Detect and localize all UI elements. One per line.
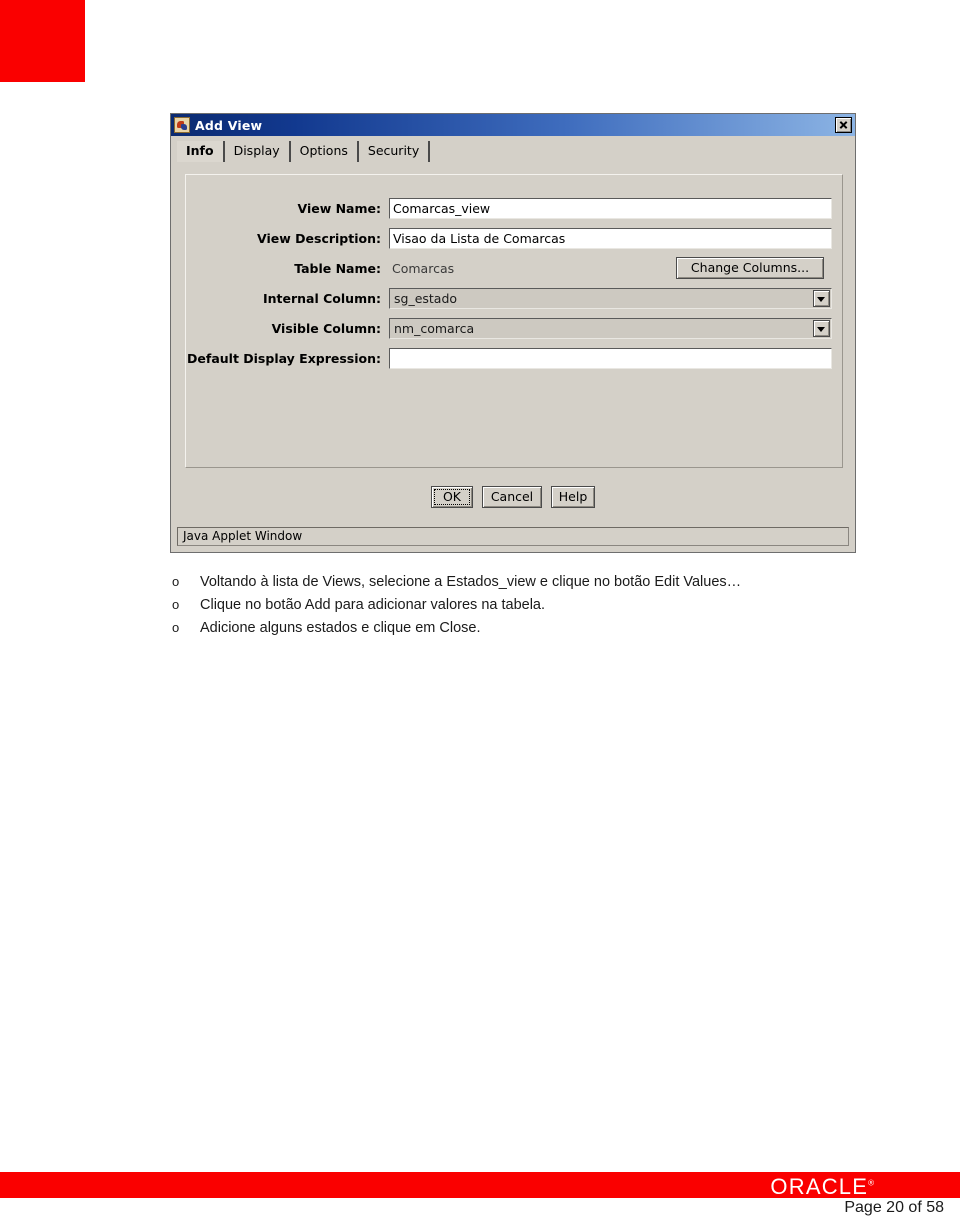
internal-column-value: sg_estado [394, 290, 458, 306]
default-display-expression-label: Default Display Expression: [187, 350, 381, 366]
view-name-control: Comarcas_view [389, 197, 832, 219]
list-item: o Voltando à lista de Views, selecione a… [166, 572, 906, 593]
row-default-display-expression: Default Display Expression: [186, 347, 832, 369]
view-description-control: Visao da Lista de Comarcas [389, 227, 832, 249]
close-icon[interactable] [835, 117, 852, 133]
change-columns-button[interactable]: Change Columns... [676, 257, 824, 279]
java-coffee-cup-icon [174, 117, 190, 133]
tab-display[interactable]: Display [224, 141, 291, 162]
internal-column-control: sg_estado [389, 287, 832, 309]
chevron-down-icon[interactable] [813, 319, 830, 337]
row-table-name: Table Name: Comarcas Change Columns... [186, 257, 832, 279]
status-bar: Java Applet Window [177, 527, 849, 546]
tab-options[interactable]: Options [290, 141, 359, 162]
row-internal-column: Internal Column: sg_estado [186, 287, 832, 309]
visible-column-control: nm_comarca [389, 317, 832, 339]
focus-ring [434, 489, 470, 505]
list-item: o Clique no botão Add para adicionar val… [166, 595, 906, 616]
bullet-marker-icon: o [172, 597, 180, 612]
dialog-action-buttons: OK Cancel Help [171, 486, 855, 508]
table-name-label: Table Name: [294, 260, 381, 276]
row-visible-column: Visible Column: nm_comarca [186, 317, 832, 339]
oracle-logo: ORACLE® [770, 1174, 874, 1200]
view-description-input[interactable]: Visao da Lista de Comarcas [389, 227, 832, 249]
default-display-expression-control [389, 347, 832, 369]
tab-security[interactable]: Security [358, 141, 431, 162]
row-view-description: View Description: Visao da Lista de Coma… [186, 227, 832, 249]
bullet-marker-icon: o [172, 620, 180, 635]
instruction-list: o Voltando à lista de Views, selecione a… [166, 572, 906, 641]
top-left-red-block [0, 0, 85, 82]
bullet-marker-icon: o [172, 574, 180, 589]
trademark-symbol: ® [868, 1178, 874, 1188]
view-name-input[interactable]: Comarcas_view [389, 197, 832, 219]
view-description-label: View Description: [257, 230, 381, 246]
internal-column-select[interactable]: sg_estado [389, 287, 832, 309]
row-view-name: View Name: Comarcas_view [186, 197, 832, 219]
internal-column-label: Internal Column: [262, 290, 381, 306]
add-view-dialog: Add View Info Display Options Security V… [170, 113, 856, 553]
ok-button[interactable]: OK [431, 486, 473, 508]
cancel-button[interactable]: Cancel [482, 486, 542, 508]
oracle-wordmark: ORACLE [770, 1174, 869, 1199]
form-rows: View Name: Comarcas_view View Descriptio… [186, 175, 842, 369]
instruction-text: Adicione alguns estados e clique em Clos… [200, 620, 481, 636]
view-name-label: View Name: [297, 200, 381, 216]
visible-column-label: Visible Column: [271, 320, 381, 336]
instruction-text: Voltando à lista de Views, selecione a E… [200, 574, 742, 590]
list-item: o Adicione alguns estados e clique em Cl… [166, 618, 906, 639]
default-display-expression-input[interactable] [389, 347, 832, 369]
info-tab-panel: View Name: Comarcas_view View Descriptio… [185, 174, 843, 468]
visible-column-select[interactable]: nm_comarca [389, 317, 832, 339]
instruction-text: Clique no botão Add para adicionar valor… [200, 597, 546, 613]
dialog-titlebar: Add View [171, 114, 855, 136]
help-button[interactable]: Help [551, 486, 595, 508]
chevron-down-icon[interactable] [813, 289, 830, 307]
visible-column-value: nm_comarca [394, 320, 475, 336]
dialog-tabstrip: Info Display Options Security [171, 136, 855, 162]
dialog-title: Add View [195, 117, 263, 133]
page-number: Page 20 of 58 [844, 1199, 944, 1216]
tab-info[interactable]: Info [177, 141, 225, 162]
